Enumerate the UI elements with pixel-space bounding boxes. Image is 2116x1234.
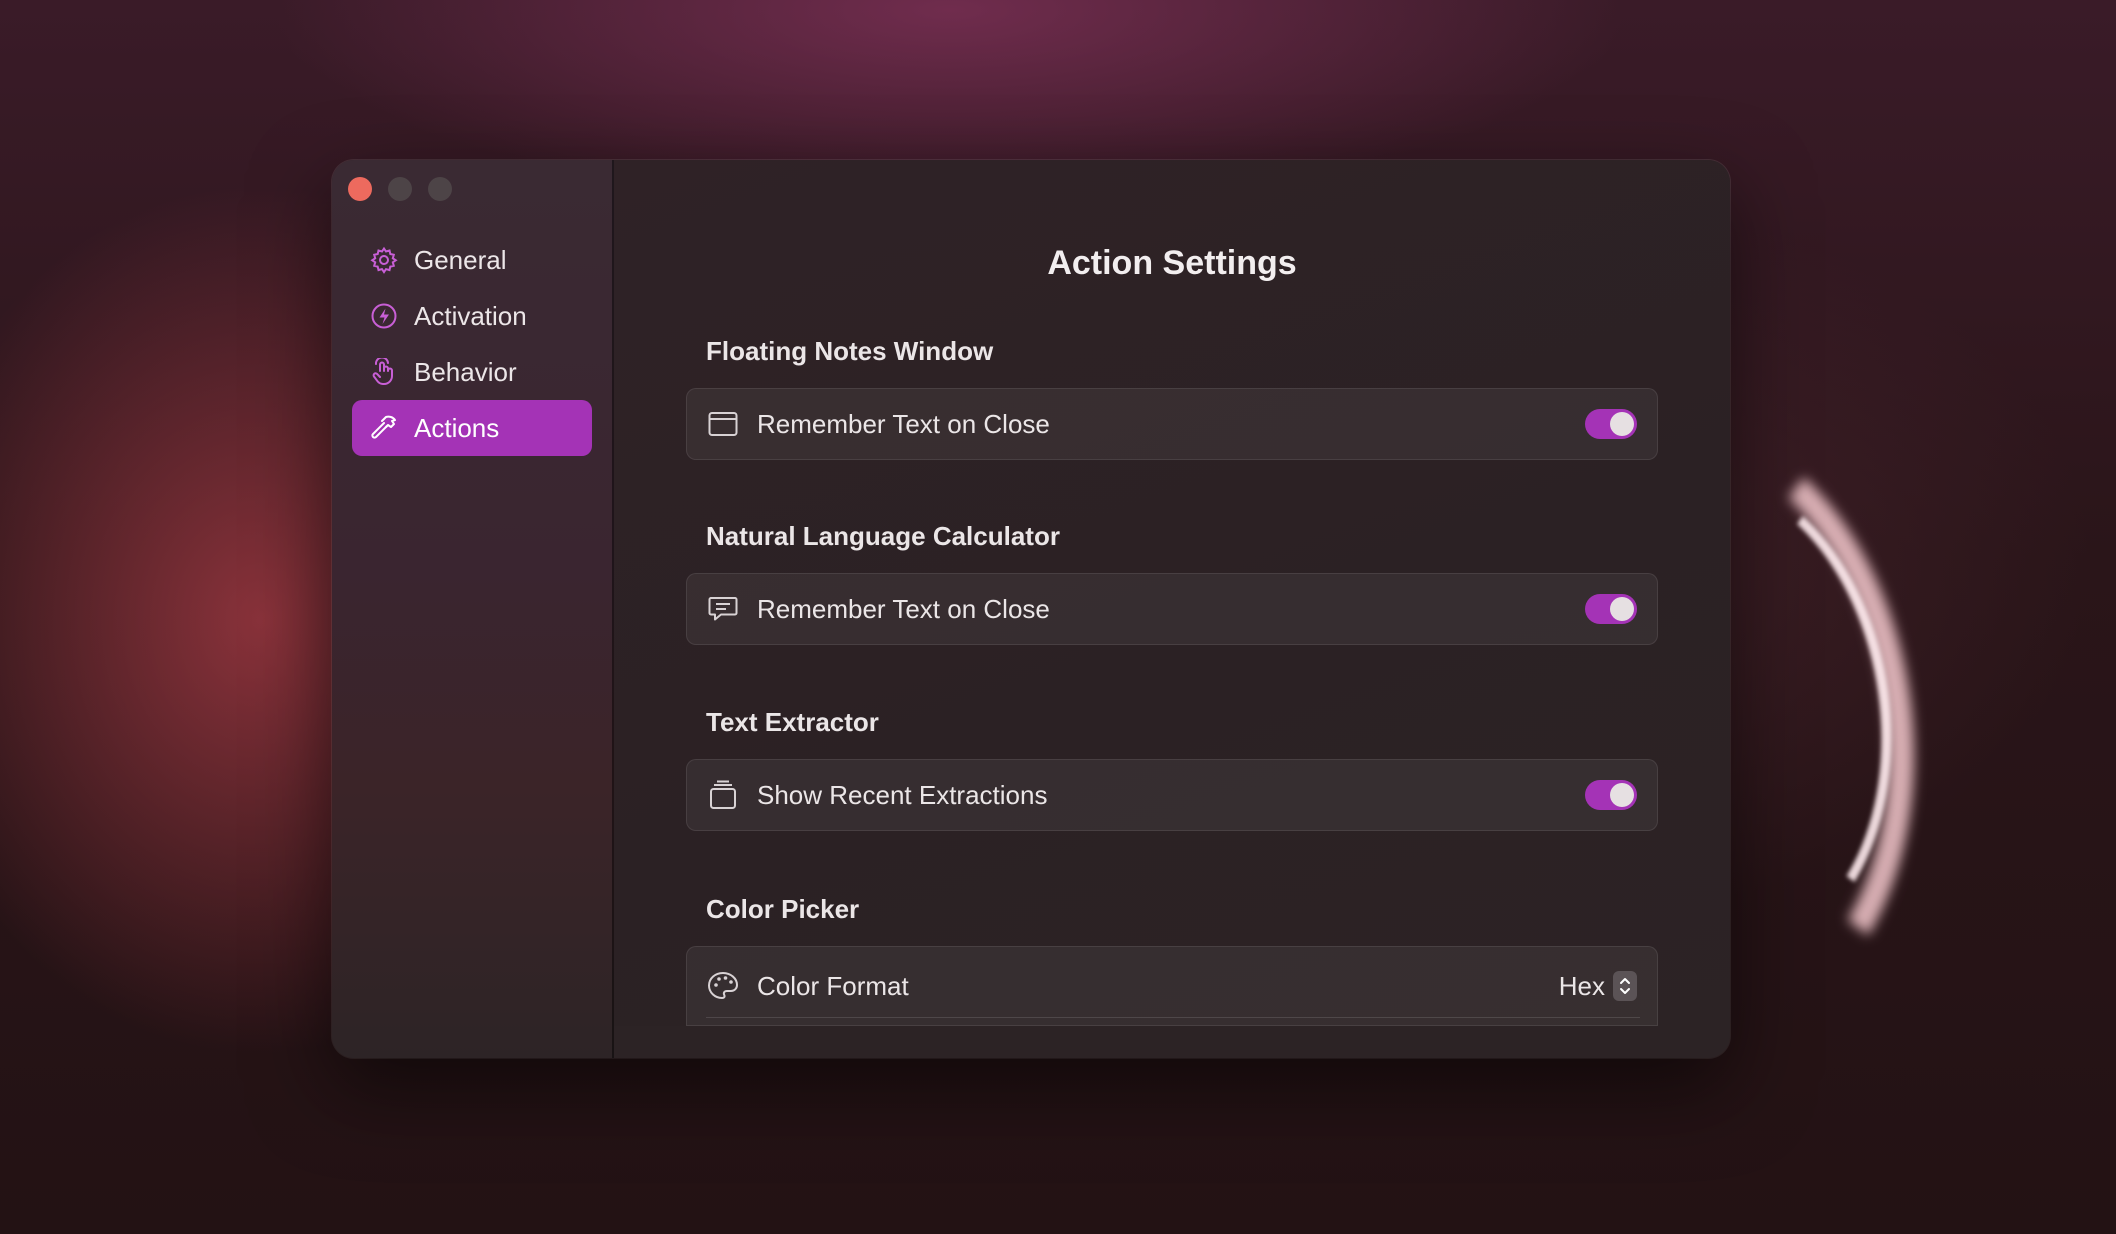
palette-icon [707,970,739,1002]
section-color-picker: Color Picker [706,894,860,924]
setting-row-floating-notes-remember: Remember Text on Close [686,388,1658,460]
setting-label: Remember Text on Close [757,593,1050,624]
window-icon [707,408,739,440]
hammer-icon [368,412,400,444]
row-divider [706,1017,1640,1018]
section-natural-language-calculator: Natural Language Calculator [706,521,1060,551]
page-title: Action Settings [1047,244,1297,282]
toggle-switch[interactable] [1585,409,1637,439]
toggle-switch[interactable] [1585,780,1637,810]
bolt-icon [368,300,400,332]
section-floating-notes-window: Floating Notes Window [706,336,994,366]
setting-row-color-format: Color Format Hex [686,946,1658,1026]
sidebar: General Activation Behavior Actions [332,160,614,1058]
sidebar-nav: General Activation Behavior Actions [352,232,592,456]
message-icon [707,593,739,625]
hand-pointer-icon [368,356,400,388]
sidebar-item-behavior[interactable]: Behavior [352,344,592,400]
setting-label: Color Format [757,970,909,1001]
scroll-clip-area [614,1026,1728,1058]
close-window-button[interactable] [348,177,372,201]
window-controls [348,177,452,201]
sidebar-item-label: Actions [414,412,500,443]
sidebar-item-label: General [414,244,507,275]
section-text-extractor: Text Extractor [706,707,879,737]
setting-label: Remember Text on Close [757,408,1050,439]
chevron-up-down-icon [1613,971,1637,1001]
sidebar-item-activation[interactable]: Activation [352,288,592,344]
setting-row-show-recent-extractions: Show Recent Extractions [686,759,1658,831]
sidebar-item-general[interactable]: General [352,232,592,288]
gear-icon [368,244,400,276]
color-format-select[interactable]: Hex [1559,971,1637,1002]
zoom-window-button[interactable] [428,177,452,201]
select-value: Hex [1558,970,1605,1001]
stack-icon [707,779,739,811]
toggle-knob [1610,783,1634,807]
setting-label: Show Recent Extractions [757,779,1048,810]
sidebar-item-actions[interactable]: Actions [352,400,592,456]
sidebar-item-label: Activation [414,300,527,331]
minimize-window-button[interactable] [388,177,412,201]
toggle-knob [1610,412,1634,436]
toggle-switch[interactable] [1585,594,1637,624]
sidebar-item-label: Behavior [414,356,517,387]
toggle-knob [1610,597,1634,621]
setting-row-calculator-remember: Remember Text on Close [686,573,1658,645]
